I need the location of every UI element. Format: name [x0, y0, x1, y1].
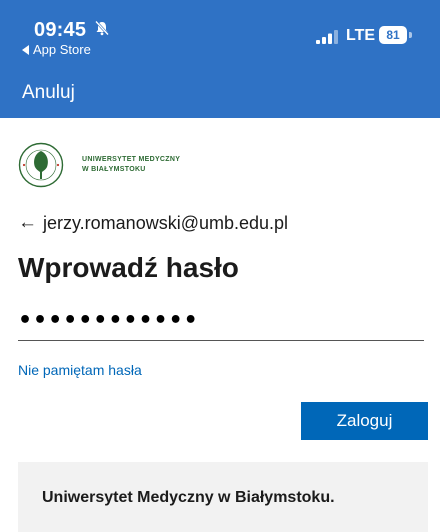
- status-time: 09:45: [34, 19, 87, 41]
- page-title: Wprowadź hasło: [18, 252, 239, 283]
- logo-text-line1: UNIWERSYTET MEDYCZNY: [82, 156, 181, 163]
- bell-slash-icon: [95, 20, 109, 36]
- back-to-app-store-link[interactable]: App Store: [22, 42, 91, 57]
- back-triangle-icon: [22, 44, 29, 55]
- banner-text: Uniwersytet Medyczny w Białymstoku.: [42, 489, 335, 506]
- back-app-label: App Store: [33, 42, 91, 57]
- organization-banner: Uniwersytet Medyczny w Białymstoku.: [18, 462, 428, 532]
- header-bar: 09:45 App Store LTE 81 Anuluj: [0, 0, 440, 118]
- arrow-left-icon[interactable]: ←: [18, 212, 37, 234]
- university-logo: [18, 142, 64, 188]
- login-screen: 09:45 App Store LTE 81 Anuluj UNIWERSYTE…: [0, 0, 440, 532]
- university-name-logo-text: UNIWERSYTET MEDYCZNY W BIAŁYMSTOKU: [82, 155, 180, 175]
- battery-level: 81: [379, 26, 407, 44]
- logo-text-line2: W BIAŁYMSTOKU: [82, 166, 146, 173]
- network-type: LTE: [346, 27, 376, 44]
- password-input[interactable]: [18, 300, 424, 341]
- battery-icon: 81: [379, 26, 412, 44]
- forgot-password-link[interactable]: Nie pamiętam hasła: [18, 362, 142, 378]
- battery-tip: [409, 32, 412, 38]
- signal-bars-icon: [316, 30, 338, 44]
- cancel-button[interactable]: Anuluj: [22, 82, 75, 104]
- signin-button[interactable]: Zaloguj: [301, 402, 428, 440]
- account-email: jerzy.romanowski@umb.edu.pl: [43, 213, 289, 233]
